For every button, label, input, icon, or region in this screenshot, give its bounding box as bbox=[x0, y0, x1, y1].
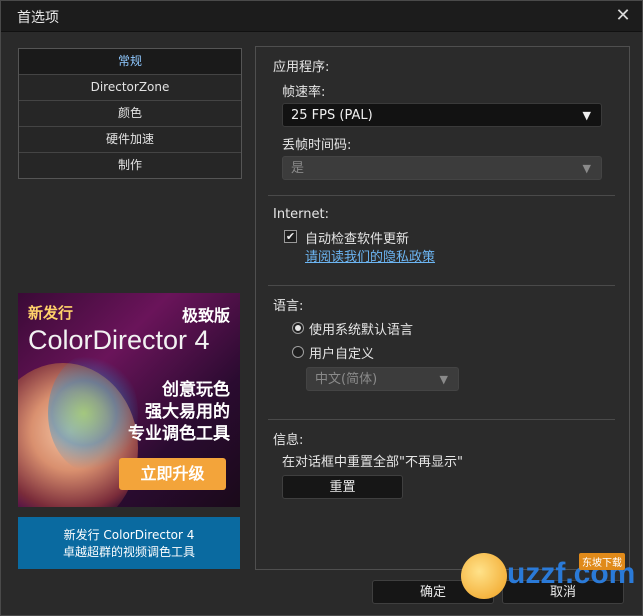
language-default-label: 使用系统默认语言 bbox=[309, 323, 414, 338]
radio-selected-dot bbox=[295, 325, 301, 331]
nav-item-general[interactable]: 常规 bbox=[19, 49, 241, 75]
ad-tagline-3: 专业调色工具 bbox=[128, 424, 230, 444]
language-section-label: 语言: bbox=[273, 299, 304, 314]
internet-section-label: Internet: bbox=[273, 207, 329, 222]
category-nav: 常规 DirectorZone 颜色 硬件加速 制作 bbox=[18, 48, 242, 179]
chevron-down-icon: ▼ bbox=[582, 109, 591, 122]
language-default-radio[interactable] bbox=[292, 322, 304, 334]
application-section-label: 应用程序: bbox=[273, 60, 330, 75]
preferences-dialog: 首选项 ✕ 常规 DirectorZone 颜色 硬件加速 制作 新发行 极致版… bbox=[0, 0, 643, 616]
checkmark-icon: ✔ bbox=[285, 230, 296, 243]
auto-update-checkbox[interactable]: ✔ bbox=[284, 230, 297, 243]
dialog-title: 首选项 bbox=[17, 10, 59, 26]
nav-item-production[interactable]: 制作 bbox=[19, 153, 241, 178]
reset-button[interactable]: 重置 bbox=[282, 475, 403, 499]
nav-item-hardware-acceleration[interactable]: 硬件加速 bbox=[19, 127, 241, 153]
watermark-logo-icon bbox=[461, 553, 507, 599]
general-settings-panel: 应用程序: 帧速率: 25 FPS (PAL) ▼ 丢帧时间码: 是 ▼ Int… bbox=[255, 46, 630, 570]
framerate-value: 25 FPS (PAL) bbox=[291, 108, 373, 123]
ad-product-name: ColorDirector 4 bbox=[28, 325, 210, 355]
site-watermark: uzzf.com 东坡下载 bbox=[461, 549, 641, 615]
chevron-down-icon: ▼ bbox=[439, 373, 448, 386]
privacy-policy-link[interactable]: 请阅读我们的隐私政策 bbox=[305, 246, 435, 265]
title-bar: 首选项 ✕ bbox=[1, 1, 642, 32]
framerate-select[interactable]: 25 FPS (PAL) ▼ bbox=[282, 103, 602, 127]
reset-description: 在对话框中重置全部"不再显示" bbox=[282, 455, 463, 470]
auto-update-label: 自动检查软件更新 bbox=[305, 232, 410, 247]
dropframe-select: 是 ▼ bbox=[282, 156, 602, 180]
language-custom-label: 用户自定义 bbox=[309, 347, 375, 362]
nav-item-directorzone[interactable]: DirectorZone bbox=[19, 75, 241, 101]
upgrade-now-button[interactable]: 立即升级 bbox=[119, 458, 226, 490]
divider bbox=[268, 195, 615, 196]
framerate-label: 帧速率: bbox=[282, 85, 326, 100]
divider bbox=[268, 419, 615, 420]
nav-item-color[interactable]: 颜色 bbox=[19, 101, 241, 127]
info-section-label: 信息: bbox=[273, 433, 304, 448]
colordirector-ad-banner[interactable]: 新发行 极致版 ColorDirector 4 创意玩色 强大易用的 专业调色工… bbox=[18, 293, 240, 507]
close-icon[interactable]: ✕ bbox=[612, 5, 634, 27]
language-custom-radio[interactable] bbox=[292, 346, 304, 358]
language-select: 中文(简体) ▼ bbox=[306, 367, 459, 391]
divider bbox=[268, 285, 615, 286]
ad-edition: 极致版 bbox=[181, 306, 230, 325]
promo-line-1: 新发行 ColorDirector 4 bbox=[63, 528, 195, 542]
promo-line-2: 卓越超群的视频调色工具 bbox=[62, 545, 195, 559]
ad-feather-image bbox=[48, 353, 138, 473]
ad-new-release: 新发行 bbox=[28, 304, 74, 322]
dropframe-value: 是 bbox=[291, 161, 305, 176]
dropframe-label: 丢帧时间码: bbox=[282, 138, 352, 153]
language-value: 中文(简体) bbox=[315, 372, 378, 387]
promo-link-box[interactable]: 新发行 ColorDirector 4 卓越超群的视频调色工具 bbox=[18, 517, 240, 569]
watermark-badge: 东坡下载 bbox=[579, 553, 625, 570]
chevron-down-icon: ▼ bbox=[582, 162, 591, 175]
